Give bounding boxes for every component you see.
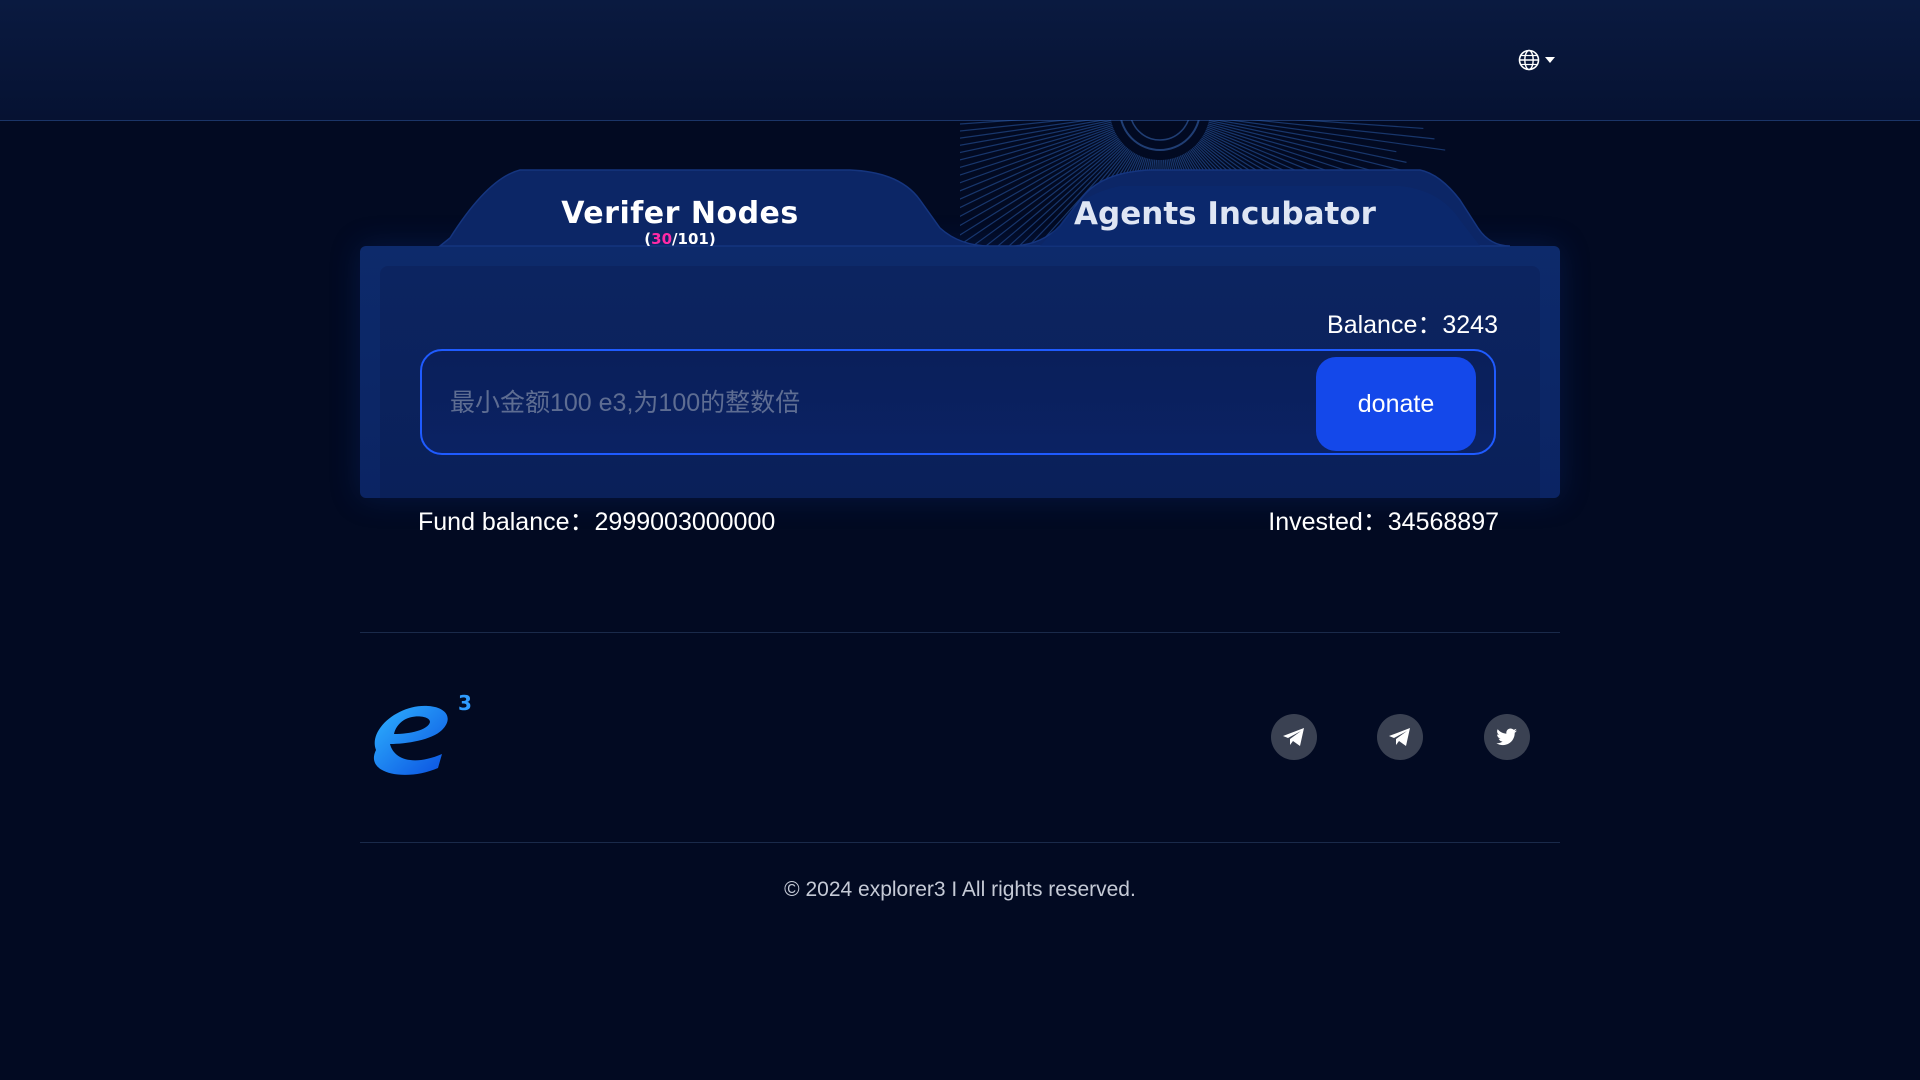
footer-divider-top <box>360 632 1560 633</box>
tab-agents-incubator[interactable]: Agents Incubator <box>1060 194 1390 234</box>
telegram-icon <box>1389 728 1410 746</box>
donate-button[interactable]: donate <box>1316 357 1476 451</box>
copyright-text: © 2024 explorer3 I All rights reserved. <box>784 878 1136 901</box>
invested-value: 34568897 <box>1387 508 1499 536</box>
decorative-ray <box>1249 120 1435 140</box>
donate-amount-input[interactable] <box>448 377 1292 429</box>
decorative-ray <box>960 120 1094 139</box>
tab-agents-incubator-label: Agents Incubator <box>1074 196 1376 232</box>
language-selector[interactable] <box>1518 48 1560 72</box>
decorative-ray <box>1294 120 1424 130</box>
globe-icon <box>1518 49 1540 71</box>
fund-balance-label: Fund balance： <box>418 508 595 536</box>
fund-balance: Fund balance：2999003000000 <box>418 507 775 537</box>
telegram-button-1[interactable] <box>1271 714 1317 760</box>
decorative-ray <box>1213 120 1397 153</box>
tab-verifer-nodes-label: Verifer Nodes <box>561 196 799 231</box>
caret-down-icon <box>1545 57 1555 63</box>
decorative-ray <box>1226 120 1446 151</box>
balance-label: Balance： <box>1327 311 1443 339</box>
twitter-icon <box>1496 728 1517 746</box>
svg-text:3: 3 <box>458 691 472 715</box>
tab-verifer-nodes[interactable]: Verifer Nodes (30/101) <box>560 196 800 248</box>
balance-value: 3243 <box>1442 311 1498 339</box>
node-count-current: 30 <box>651 230 673 248</box>
invested-amount: Invested：34568897 <box>1268 507 1499 537</box>
top-header <box>0 0 1920 121</box>
fund-balance-value: 2999003000000 <box>594 508 776 536</box>
invested-label: Invested： <box>1268 508 1388 536</box>
balance-display: Balance：3243 <box>1327 310 1498 340</box>
decorative-ray <box>960 120 1107 146</box>
decorative-ray <box>1208 120 1407 163</box>
node-count: (30/101) <box>644 230 716 248</box>
footer-divider-bottom <box>360 842 1560 843</box>
decorative-ray <box>960 120 1071 132</box>
telegram-icon <box>1283 728 1304 746</box>
donate-form: donate <box>420 349 1496 455</box>
twitter-button[interactable] <box>1484 714 1530 760</box>
decorative-ray <box>960 120 1026 125</box>
telegram-button-2[interactable] <box>1377 714 1423 760</box>
e3-logo-icon[interactable]: 3 <box>358 690 478 786</box>
